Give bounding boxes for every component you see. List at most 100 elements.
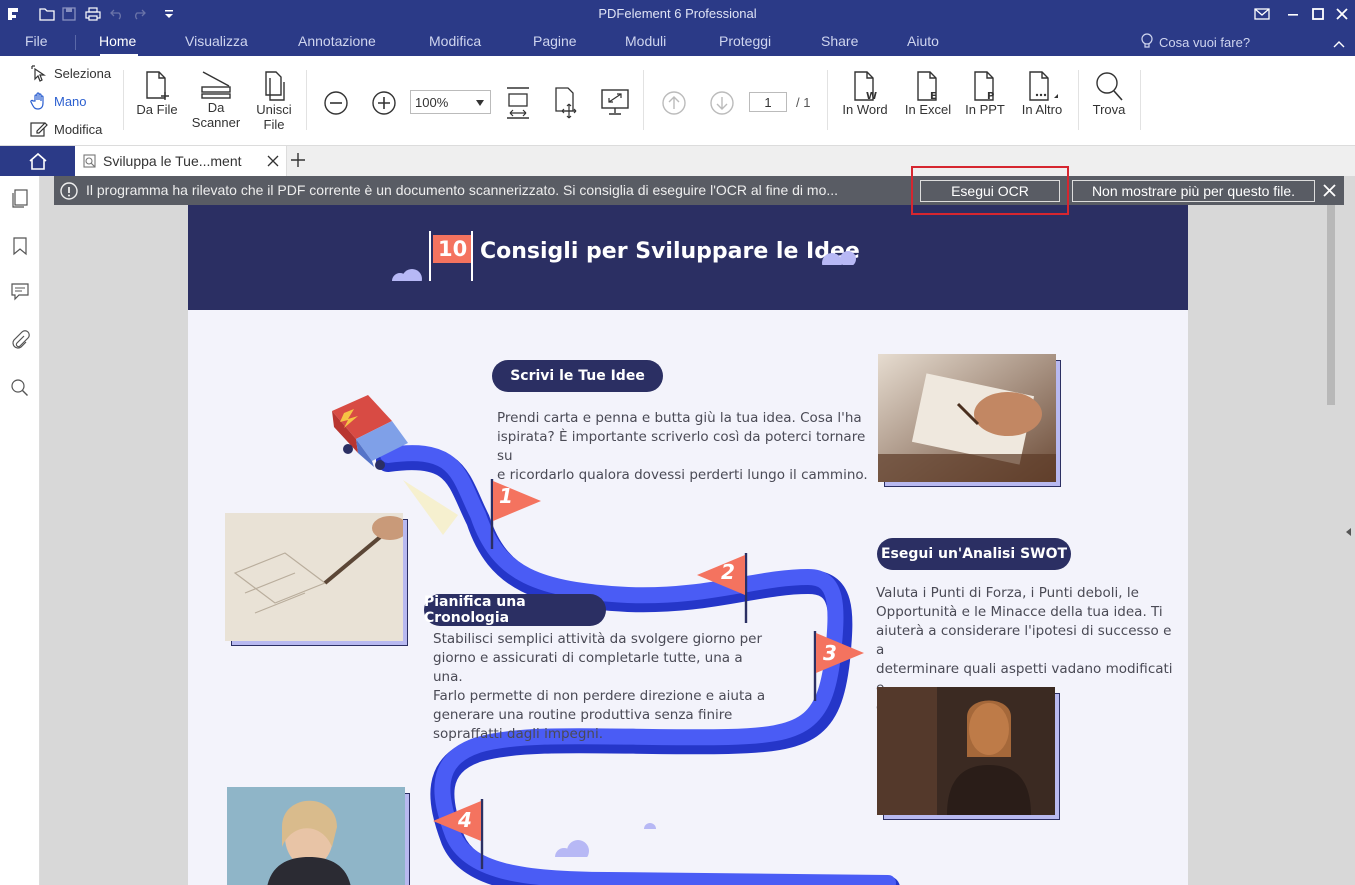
arrow-down-icon: [710, 91, 734, 115]
hand-tool-button[interactable]: Mano: [30, 92, 87, 110]
arrow-up-icon: [662, 91, 686, 115]
step-3-text-line: Opportunità e le Minacce della tua idea.…: [876, 604, 1163, 620]
menu-file[interactable]: File: [25, 33, 48, 49]
full-screen-icon: [601, 89, 629, 115]
full-screen-button[interactable]: [600, 88, 630, 119]
close-tab-icon[interactable]: [267, 155, 279, 167]
select-cursor-icon: [31, 65, 46, 82]
menu-home[interactable]: Home: [99, 33, 136, 49]
step-1-text-line: e ricordarlo qualora dovessi perderti lu…: [497, 467, 868, 483]
excel-file-icon: E: [917, 71, 937, 102]
from-file-label: Da File: [136, 102, 178, 117]
zoom-select[interactable]: 100%: [410, 90, 491, 114]
zoom-out-button[interactable]: [323, 90, 349, 119]
attachment-icon[interactable]: [10, 330, 30, 350]
zoom-in-button[interactable]: [371, 90, 397, 119]
menu-bar: File Home Visualizza Annotazione Modific…: [0, 28, 1355, 56]
document-search-icon: [83, 154, 96, 168]
step-1-text-line: ispirata? È importante scriverlo così da…: [497, 429, 866, 464]
expand-right-panel-arrow-icon[interactable]: [1345, 524, 1351, 539]
menu-aiuto[interactable]: Aiuto: [907, 33, 939, 49]
ocr-notification-bar: Il programma ha rilevato che il PDF corr…: [54, 176, 1344, 205]
step-1-heading: Scrivi le Tue Idee: [492, 360, 663, 392]
collapse-ribbon-icon[interactable]: [1333, 36, 1345, 51]
window-title: PDFelement 6 Professional: [598, 6, 757, 21]
close-notification-icon[interactable]: [1323, 184, 1336, 197]
bookmark-icon[interactable]: [10, 236, 30, 256]
menu-divider: [75, 35, 76, 50]
to-excel-label: In Excel: [904, 102, 952, 117]
document-tab-title: Sviluppa le Tue...ment: [103, 153, 242, 169]
menu-modifica[interactable]: Modifica: [429, 33, 481, 49]
close-window-button[interactable]: [1327, 3, 1355, 25]
step-2-text-line: Stabilisci semplici attività da svolgere…: [433, 631, 763, 647]
edit-icon: [30, 122, 48, 137]
thumbnails-icon[interactable]: [10, 188, 30, 208]
to-other-label: In Altro: [1021, 102, 1063, 117]
photo-sketch-drawing: [225, 513, 409, 647]
merge-label-2: File: [263, 117, 285, 132]
merge-icon: [265, 71, 285, 101]
svg-text:W: W: [866, 91, 877, 102]
menu-share[interactable]: Share: [821, 33, 858, 49]
hand-icon: [30, 92, 44, 110]
convert-to-word-button[interactable]: W In Word: [838, 70, 892, 117]
convert-to-excel-button[interactable]: E In Excel: [900, 70, 956, 117]
edit-tool-label: Modifica: [54, 121, 103, 137]
page-total: / 1: [796, 95, 811, 110]
ribbon-divider: [123, 70, 124, 130]
page-header-band: 10 Consigli per Sviluppare le Idee: [188, 205, 1188, 310]
mail-icon[interactable]: [1247, 3, 1277, 25]
left-sidebar: [0, 176, 48, 885]
menu-annotazione[interactable]: Annotazione: [298, 33, 376, 49]
cloud-decoration-icon: [548, 823, 658, 865]
menu-pagine[interactable]: Pagine: [533, 33, 577, 49]
previous-page-button[interactable]: [661, 90, 687, 119]
menu-moduli[interactable]: Moduli: [625, 33, 666, 49]
new-tab-button[interactable]: [290, 152, 306, 171]
to-ppt-label: In PPT: [965, 102, 1005, 117]
zoom-out-icon: [324, 91, 348, 115]
photo-woman-working: [227, 787, 411, 885]
from-file-button[interactable]: Da File: [133, 70, 181, 117]
fit-width-icon: [507, 87, 529, 119]
ocr-button-highlight: [911, 166, 1069, 215]
from-scanner-button[interactable]: Da Scanner: [190, 70, 242, 130]
home-tab[interactable]: [0, 146, 75, 176]
next-page-button[interactable]: [709, 90, 735, 119]
step-4-number: 4: [458, 808, 472, 832]
home-icon: [28, 152, 47, 170]
ocr-message: Il programma ha rilevato che il PDF corr…: [86, 182, 839, 198]
convert-to-other-button[interactable]: In Altro: [1016, 70, 1068, 117]
select-tool-label: Seleziona: [54, 65, 112, 81]
page-number-input[interactable]: 1: [749, 92, 787, 112]
document-tab[interactable]: Sviluppa le Tue...ment: [75, 146, 287, 176]
fit-page-icon: [555, 87, 577, 119]
menu-proteggi[interactable]: Proteggi: [719, 33, 771, 49]
hand-tool-label: Mano: [54, 93, 87, 109]
convert-to-ppt-button[interactable]: P In PPT: [962, 70, 1008, 117]
dont-show-again-button[interactable]: Non mostrare più per questo file.: [1072, 180, 1315, 202]
menu-visualizza[interactable]: Visualizza: [185, 33, 248, 49]
scanner-icon: [201, 71, 231, 99]
search-panel-icon[interactable]: [10, 378, 30, 398]
step-2-text: Stabilisci semplici attività da svolgere…: [433, 630, 773, 744]
edit-tool-button[interactable]: Modifica: [30, 120, 102, 138]
merge-files-button[interactable]: Unisci File: [250, 70, 298, 132]
vertical-scrollbar[interactable]: [1327, 205, 1335, 405]
search-commands-input[interactable]: Cosa vuoi fare?: [1159, 35, 1250, 50]
to-word-label: In Word: [842, 102, 888, 117]
comment-icon[interactable]: [10, 282, 30, 302]
ribbon-divider: [827, 70, 828, 130]
other-file-icon: [1029, 71, 1058, 101]
fit-width-button[interactable]: [505, 86, 531, 123]
document-title: Consigli per Sviluppare le Idee: [480, 239, 860, 264]
step-2-text-line: Farlo permette di non perdere direzione …: [433, 688, 766, 704]
select-tool-button[interactable]: Seleziona: [30, 64, 111, 82]
find-button[interactable]: Trova: [1087, 70, 1131, 117]
from-scanner-label-2: Scanner: [191, 115, 241, 130]
ribbon-divider: [643, 70, 644, 130]
ribbon-divider: [306, 70, 307, 130]
chevron-down-icon: [476, 100, 484, 106]
fit-page-button[interactable]: [553, 86, 579, 123]
